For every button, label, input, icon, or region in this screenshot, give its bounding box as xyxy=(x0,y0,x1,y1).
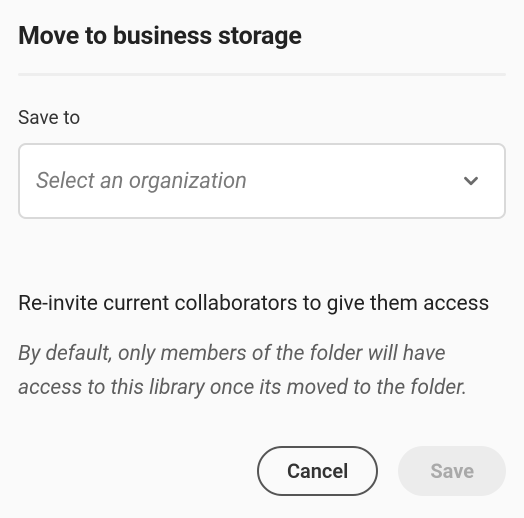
cancel-button[interactable]: Cancel xyxy=(257,446,378,496)
organization-select[interactable]: Select an organization xyxy=(18,143,506,219)
divider xyxy=(18,73,506,76)
organization-select-placeholder: Select an organization xyxy=(36,169,247,194)
save-button[interactable]: Save xyxy=(398,446,506,496)
dialog-actions: Cancel Save xyxy=(257,446,506,496)
chevron-down-icon xyxy=(460,170,482,192)
reinvite-description: By default, only members of the folder w… xyxy=(18,338,506,405)
dialog-title: Move to business storage xyxy=(18,22,506,51)
reinvite-heading: Re-invite current collaborators to give … xyxy=(18,291,506,318)
saveto-label: Save to xyxy=(18,106,506,129)
